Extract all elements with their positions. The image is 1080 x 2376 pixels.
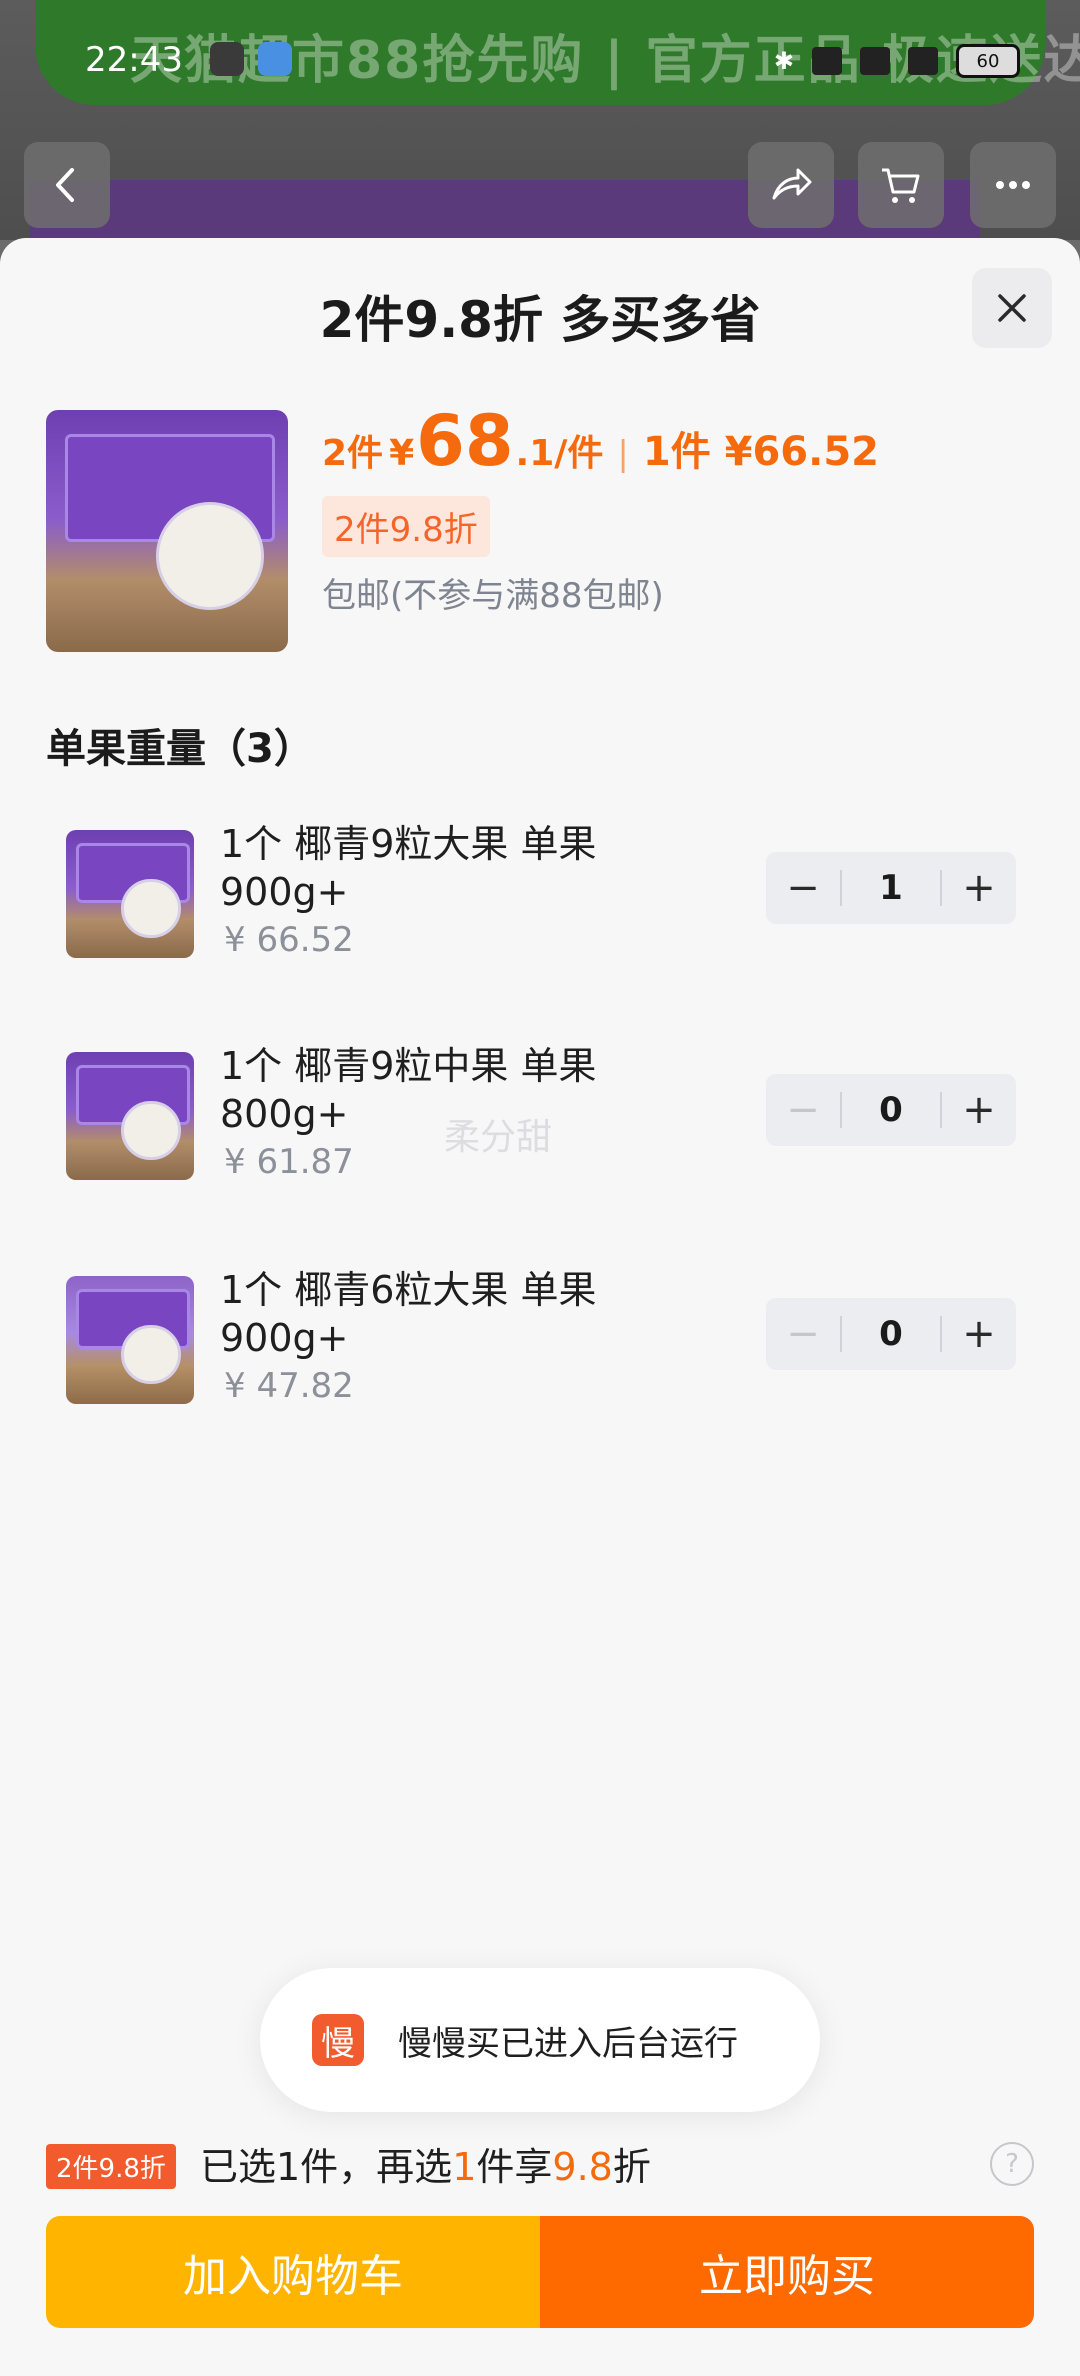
promo-tip-badge: 2件9.8折 xyxy=(46,2144,176,2189)
sheet-title: 2件9.8折 多买多省 xyxy=(319,291,761,349)
close-button[interactable] xyxy=(972,268,1052,348)
quantity-stepper: − 1 + xyxy=(766,852,1016,924)
sku-name: 1个 椰青6粒大果 单果900g+ xyxy=(220,1268,597,1360)
plus-button[interactable]: + xyxy=(942,1074,1016,1146)
shipping-info: 包邮(不参与满88包邮) xyxy=(322,576,664,616)
watermark-text: 柔分甜 xyxy=(444,1117,553,1158)
discount-badge: 2件9.8折 xyxy=(322,496,490,557)
promo-tip-text: 已选1件，再选1件享9.8折 xyxy=(200,2145,651,2189)
background-page: 天猫超市88抢先购 | 官方正品 极速送达 22:43 ✱ 60 xyxy=(0,0,1080,240)
battery-icon: 60 xyxy=(956,44,1020,78)
plus-button[interactable]: + xyxy=(942,1298,1016,1370)
price-decimal: .1/件 xyxy=(515,433,604,474)
close-icon xyxy=(998,294,1026,322)
price-integer: 68 xyxy=(416,400,514,482)
bluetooth-icon: ✱ xyxy=(773,47,794,75)
buy-now-button[interactable]: 立即购买 xyxy=(540,2216,1034,2328)
minus-button[interactable]: − xyxy=(766,852,840,924)
chevron-left-icon xyxy=(56,168,74,202)
sku-thumbnail xyxy=(66,830,194,958)
minus-button[interactable]: − xyxy=(766,1298,840,1370)
sku-thumbnail xyxy=(66,1052,194,1180)
status-right-icons: ✱ 60 xyxy=(774,44,1020,78)
status-notification-icons xyxy=(210,42,292,76)
add-to-cart-button[interactable]: 加入购物车 xyxy=(46,2216,540,2328)
sku-name: 1个 椰青9粒中果 单果800g+ xyxy=(220,1044,597,1136)
sku-name: 1个 椰青9粒大果 单果900g+ xyxy=(220,822,597,914)
background-run-toast: 慢 慢慢买已进入后台运行 xyxy=(260,1968,820,2112)
quantity-stepper: − 0 + xyxy=(766,1298,1016,1370)
signal-icon xyxy=(908,47,938,75)
wifi-icon xyxy=(860,47,890,75)
sku-item[interactable]: 1个 椰青9粒大果 单果900g+ ¥ 66.52 − 1 + xyxy=(0,820,1080,1000)
quantity-value: 0 xyxy=(879,1090,903,1130)
sku-price: ¥ 61.87 xyxy=(224,1142,354,1182)
more-button[interactable] xyxy=(970,142,1056,228)
product-image-strip xyxy=(30,180,980,240)
quantity-stepper: − 0 + xyxy=(766,1074,1016,1146)
product-image xyxy=(46,410,288,652)
weather-icon xyxy=(258,42,292,76)
hd-icon xyxy=(812,47,842,75)
toast-text: 慢慢买已进入后台运行 xyxy=(398,2023,738,2064)
single-price: 1件 ¥66.52 xyxy=(642,429,880,475)
price-separator: | xyxy=(617,434,629,474)
price-prefix: 2件 xyxy=(322,433,384,474)
help-icon[interactable]: ? xyxy=(990,2142,1034,2186)
price-line: 2件 ¥ 68 .1/件 | 1件 ¥66.52 xyxy=(322,400,879,482)
sku-price: ¥ 66.52 xyxy=(224,920,354,960)
manmanmai-app-icon: 慢 xyxy=(312,2014,364,2066)
cart-button[interactable] xyxy=(858,142,944,228)
currency-symbol: ¥ xyxy=(389,433,415,474)
sku-price: ¥ 47.82 xyxy=(224,1366,354,1406)
plus-button[interactable]: + xyxy=(942,852,1016,924)
status-time: 22:43 xyxy=(85,40,183,80)
share-icon xyxy=(772,168,812,200)
sku-item[interactable]: 1个 椰青6粒大果 单果900g+ ¥ 47.82 − 0 + xyxy=(0,1266,1080,1446)
minus-button[interactable]: − xyxy=(766,1074,840,1146)
product-thumbnail[interactable] xyxy=(46,410,288,652)
quantity-value: 1 xyxy=(879,868,903,908)
cart-icon xyxy=(882,168,920,203)
share-button[interactable] xyxy=(748,142,834,228)
more-dots-icon xyxy=(996,181,1030,189)
wechat-icon xyxy=(210,42,244,76)
quantity-value: 0 xyxy=(879,1314,903,1354)
weight-section-title: 单果重量（3） xyxy=(46,726,314,772)
back-button[interactable] xyxy=(24,142,110,228)
sku-thumbnail xyxy=(66,1276,194,1404)
